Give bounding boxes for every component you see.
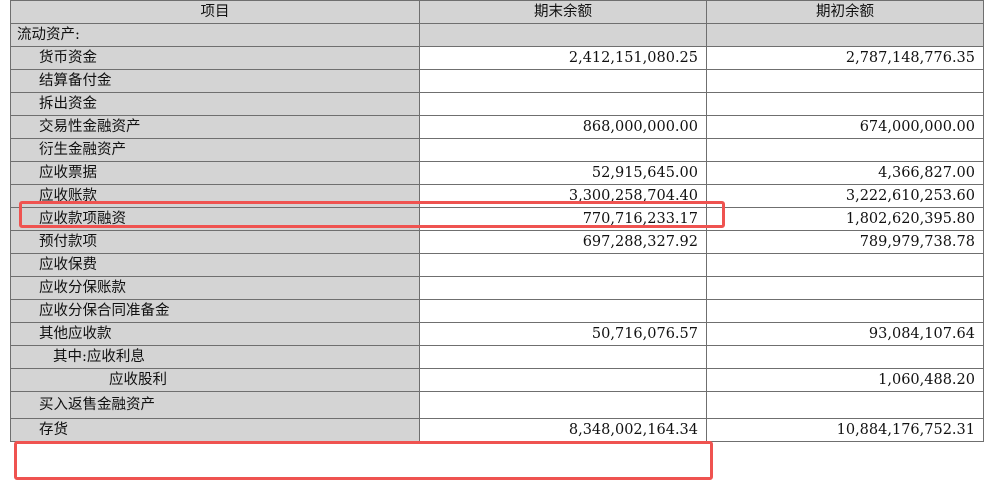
ending-balance-cell [419, 92, 707, 116]
item-label: 流动资产: [10, 23, 420, 47]
header-ending-balance: 期末余额 [419, 0, 707, 24]
beginning-balance-cell [706, 23, 984, 47]
ending-balance-cell: 3,300,258,704.40 [419, 184, 707, 208]
beginning-balance-cell [706, 69, 984, 93]
beginning-balance-cell [706, 253, 984, 277]
item-label: 其他应收款 [10, 322, 420, 346]
beginning-balance-cell [706, 138, 984, 162]
beginning-balance-cell [706, 299, 984, 323]
beginning-balance-cell [706, 391, 984, 419]
item-label: 货币资金 [10, 46, 420, 70]
table-row: 应收保费 [10, 253, 984, 277]
header-beginning-balance: 期初余额 [706, 0, 984, 24]
item-label: 应收款项融资 [10, 207, 420, 231]
header-item: 项目 [10, 0, 420, 24]
table-row: 应收款项融资 770,716,233.17 1,802,620,395.80 [10, 207, 984, 231]
table-row: 预付款项 697,288,327.92 789,979,738.78 [10, 230, 984, 254]
ending-balance-cell [419, 276, 707, 300]
item-label: 交易性金融资产 [10, 115, 420, 139]
table-row: 应收分保账款 [10, 276, 984, 300]
ending-balance-cell [419, 368, 707, 392]
beginning-balance-cell: 789,979,738.78 [706, 230, 984, 254]
item-label: 应收分保账款 [10, 276, 420, 300]
item-label: 预付款项 [10, 230, 420, 254]
section-row: 流动资产: [10, 23, 984, 47]
ending-balance-cell: 868,000,000.00 [419, 115, 707, 139]
table-row: 买入返售金融资产 [10, 391, 984, 419]
beginning-balance-cell: 93,084,107.64 [706, 322, 984, 346]
ending-balance-cell: 8,348,002,164.34 [419, 418, 707, 442]
table-row: 其中:应收利息 [10, 345, 984, 369]
beginning-balance-cell [706, 345, 984, 369]
ending-balance-cell: 52,915,645.00 [419, 161, 707, 185]
ending-balance-cell: 50,716,076.57 [419, 322, 707, 346]
item-label: 结算备付金 [10, 69, 420, 93]
table-row: 应收账款 3,300,258,704.40 3,222,610,253.60 [10, 184, 984, 208]
ending-balance-cell [419, 138, 707, 162]
ending-balance-cell: 697,288,327.92 [419, 230, 707, 254]
table-header: 项目 期末余额 期初余额 [10, 0, 984, 24]
item-label: 应收股利 [10, 368, 420, 392]
balance-sheet-table: 项目 期末余额 期初余额 流动资产: 货币资金 2,412,151,080.25 2,… [10, 0, 984, 442]
beginning-balance-cell [706, 92, 984, 116]
ending-balance-cell: 2,412,151,080.25 [419, 46, 707, 70]
highlight-box-inventory [14, 441, 713, 480]
ending-balance-cell [419, 69, 707, 93]
item-label: 拆出资金 [10, 92, 420, 116]
ending-balance-cell [419, 299, 707, 323]
table-row: 拆出资金 [10, 92, 984, 116]
table-row: 存货 8,348,002,164.34 10,884,176,752.31 [10, 418, 984, 442]
beginning-balance-cell: 674,000,000.00 [706, 115, 984, 139]
item-label: 应收保费 [10, 253, 420, 277]
item-label: 买入返售金融资产 [10, 391, 420, 419]
ending-balance-cell: 770,716,233.17 [419, 207, 707, 231]
beginning-balance-cell: 10,884,176,752.31 [706, 418, 984, 442]
header-row: 项目 期末余额 期初余额 [10, 0, 984, 24]
ending-balance-cell [419, 391, 707, 419]
item-label: 其中:应收利息 [10, 345, 420, 369]
ending-balance-cell [419, 253, 707, 277]
ending-balance-cell [419, 345, 707, 369]
beginning-balance-cell: 2,787,148,776.35 [706, 46, 984, 70]
table-row: 应收分保合同准备金 [10, 299, 984, 323]
table-row: 应收股利 1,060,488.20 [10, 368, 984, 392]
table-row: 交易性金融资产 868,000,000.00 674,000,000.00 [10, 115, 984, 139]
table-row: 应收票据 52,915,645.00 4,366,827.00 [10, 161, 984, 185]
ending-balance-cell [419, 23, 707, 47]
table-row: 衍生金融资产 [10, 138, 984, 162]
beginning-balance-cell [706, 276, 984, 300]
item-label: 应收账款 [10, 184, 420, 208]
beginning-balance-cell: 4,366,827.00 [706, 161, 984, 185]
item-label: 存货 [10, 418, 420, 442]
beginning-balance-cell: 3,222,610,253.60 [706, 184, 984, 208]
table-body: 流动资产: 货币资金 2,412,151,080.25 2,787,148,776.3… [10, 23, 984, 442]
item-label: 应收分保合同准备金 [10, 299, 420, 323]
item-label: 应收票据 [10, 161, 420, 185]
item-label: 衍生金融资产 [10, 138, 420, 162]
table-row: 货币资金 2,412,151,080.25 2,787,148,776.35 [10, 46, 984, 70]
table-row: 其他应收款 50,716,076.57 93,084,107.64 [10, 322, 984, 346]
table-row: 结算备付金 [10, 69, 984, 93]
beginning-balance-cell: 1,802,620,395.80 [706, 207, 984, 231]
beginning-balance-cell: 1,060,488.20 [706, 368, 984, 392]
